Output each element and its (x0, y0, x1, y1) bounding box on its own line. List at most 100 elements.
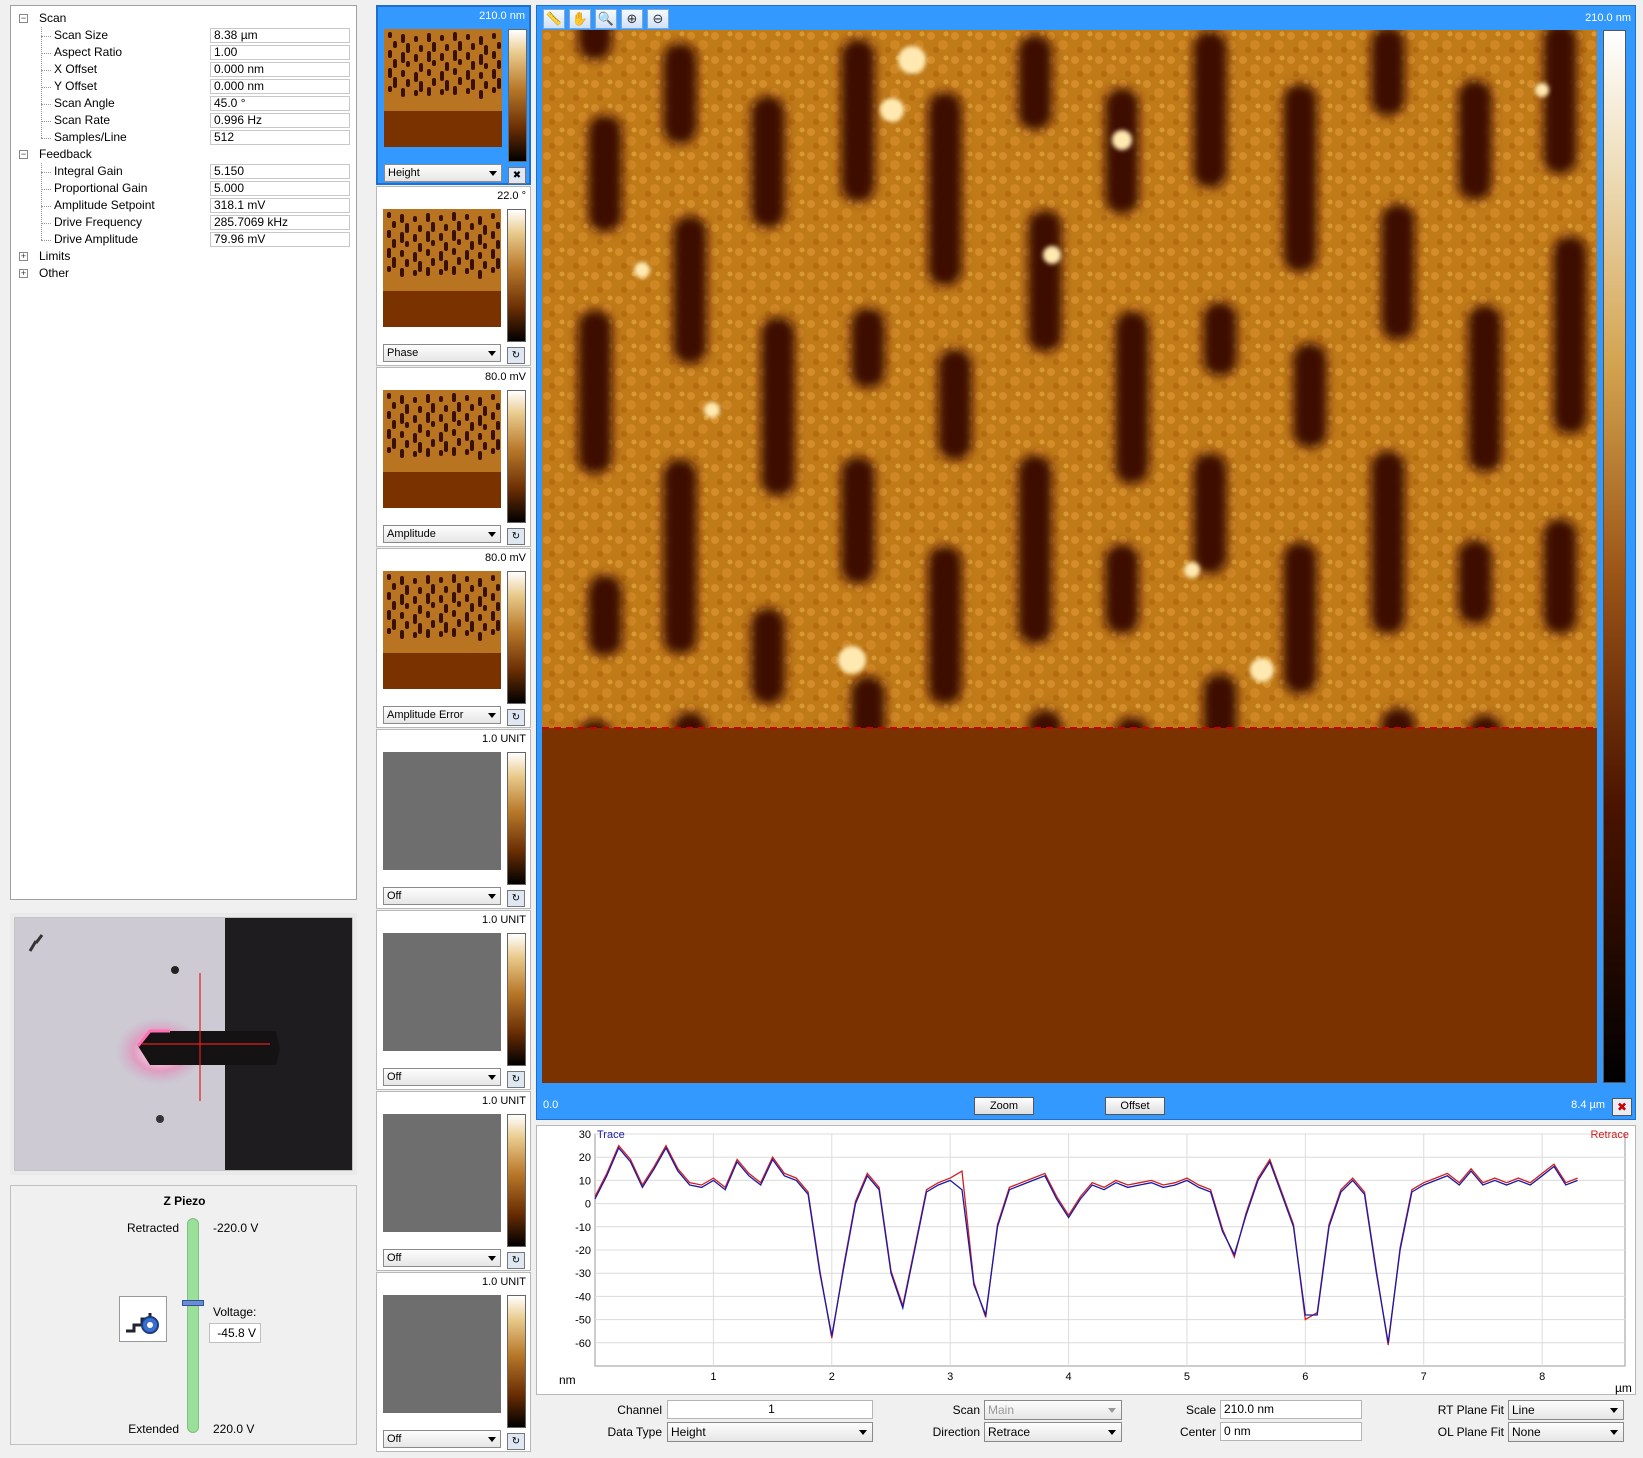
tree-connector (41, 104, 51, 105)
thumbnail-image[interactable] (383, 1295, 501, 1413)
scan-expander-icon[interactable]: − (19, 14, 28, 23)
thumbnail-image[interactable] (383, 1114, 501, 1232)
param-value-input[interactable]: 285.7069 kHz (210, 215, 350, 230)
offset-button[interactable]: Offset (1105, 1097, 1165, 1115)
capture-channel-button[interactable]: ↻ (507, 528, 525, 545)
thumbnail-image[interactable] (383, 209, 501, 327)
thumbnail-image[interactable] (383, 752, 501, 870)
channel-select[interactable]: Off (383, 1249, 501, 1267)
x-tick-label: 5 (1184, 1371, 1190, 1383)
thumbnail-channel-8[interactable]: 1.0 UNIT Off ↻ (376, 1272, 531, 1452)
thumbnail-color-bar (507, 1295, 526, 1428)
tree-group-other[interactable]: Other (39, 265, 69, 282)
ruler-tool-button[interactable]: 📏 (543, 9, 565, 29)
channel-select[interactable]: Amplitude (383, 525, 501, 543)
legend-trace: Trace (597, 1129, 625, 1141)
channel-select[interactable]: Height (384, 164, 502, 182)
chevron-down-icon (488, 713, 496, 718)
rt-plane-fit-value: Line (1512, 1403, 1535, 1417)
direction-select[interactable]: Retrace (984, 1422, 1122, 1442)
scale-input[interactable]: 210.0 nm (1220, 1400, 1362, 1419)
channel-select[interactable]: Off (383, 1068, 501, 1086)
tree-group-feedback[interactable]: Feedback (39, 146, 92, 163)
thumbnail-image[interactable] (383, 571, 501, 689)
param-value-input[interactable]: 0.996 Hz (210, 113, 350, 128)
channel-select[interactable]: Off (383, 887, 501, 905)
capture-channel-button[interactable]: ↻ (507, 347, 525, 364)
engage-button[interactable] (119, 1296, 167, 1342)
thumbnail-channel-7[interactable]: 1.0 UNIT Off ↻ (376, 1091, 531, 1271)
param-value-input[interactable]: 79.96 mV (210, 232, 350, 247)
zoom-button[interactable]: Zoom (974, 1097, 1034, 1115)
x-tick-label: 3 (947, 1371, 953, 1383)
tree-connector (41, 240, 51, 241)
param-value-input[interactable]: 8.38 µm (210, 28, 350, 43)
zoom-in-button[interactable]: ⊕ (621, 9, 643, 29)
thumbnail-color-bar (507, 752, 526, 885)
param-value-input[interactable]: 1.00 (210, 45, 350, 60)
tree-connector (41, 27, 42, 138)
capture-channel-button[interactable]: ↻ (507, 1433, 525, 1450)
thumbnail-image[interactable] (383, 933, 501, 1051)
scan-select: Main (984, 1400, 1122, 1420)
ol-plane-fit-select[interactable]: None (1508, 1422, 1624, 1442)
data-type-select[interactable]: Height (667, 1422, 873, 1442)
thumbnail-channel-4[interactable]: 80.0 mV Amplitude Error ↻ (376, 548, 531, 728)
thumbnail-image[interactable] (384, 29, 502, 147)
tree-connector (41, 206, 51, 207)
feedback-expander-icon[interactable]: − (19, 150, 28, 159)
zoom-tool-button[interactable]: 🔍 (595, 9, 617, 29)
capture-channel-button[interactable]: ↻ (507, 1071, 525, 1088)
main-scale-label: 210.0 nm (1585, 12, 1631, 24)
chevron-down-icon (488, 1256, 496, 1261)
tree-group-limits[interactable]: Limits (39, 248, 70, 265)
thumbnail-image[interactable] (383, 390, 501, 508)
other-expander-icon[interactable]: + (19, 269, 28, 278)
param-value-input[interactable]: 5.150 (210, 164, 350, 179)
param-value-input[interactable]: 0.000 nm (210, 62, 350, 77)
tree-group-scan[interactable]: Scan (39, 10, 66, 27)
zoom-in-icon: ⊕ (626, 11, 638, 26)
y-tick-label: -10 (575, 1222, 591, 1234)
close-channel-button[interactable]: ✖ (1612, 1098, 1632, 1116)
x-tick-label: 4 (1066, 1371, 1072, 1383)
close-channel-button[interactable]: ✖ (508, 167, 526, 184)
pan-tool-button[interactable]: ✋ (569, 9, 591, 29)
thumbnail-channel-1[interactable]: 210.0 nm Height ✖ (376, 5, 531, 185)
channel-label: Channel (617, 1403, 662, 1417)
param-value-input[interactable]: 5.000 (210, 181, 350, 196)
thumbnail-channel-5[interactable]: 1.0 UNIT Off ↻ (376, 729, 531, 909)
param-value-input[interactable]: 512 (210, 130, 350, 145)
capture-channel-button[interactable]: ↻ (507, 1252, 525, 1269)
limits-expander-icon[interactable]: + (19, 252, 28, 261)
param-value-input[interactable]: 0.000 nm (210, 79, 350, 94)
channel-select[interactable]: Off (383, 1430, 501, 1448)
tree-connector (41, 223, 51, 224)
param-label: Amplitude Setpoint (54, 198, 155, 212)
channel-select[interactable]: Phase (383, 344, 501, 362)
thumbnail-channel-2[interactable]: 22.0 ° Phase ↻ (376, 186, 531, 366)
y-tick-label: 10 (579, 1175, 591, 1187)
thumbnail-channel-6[interactable]: 1.0 UNIT Off ↻ (376, 910, 531, 1090)
chevron-down-icon (488, 1437, 496, 1442)
x-tick-label: 7 (1421, 1371, 1427, 1383)
thumbnail-channel-3[interactable]: 80.0 mV Amplitude ↻ (376, 367, 531, 547)
channel-select[interactable]: Amplitude Error (383, 706, 501, 724)
thumbnail-scale-label: 80.0 mV (485, 371, 526, 383)
param-value-input[interactable]: 318.1 mV (210, 198, 350, 213)
param-value-input[interactable]: 45.0 ° (210, 96, 350, 111)
rt-plane-fit-select[interactable]: Line (1508, 1400, 1624, 1420)
z-piezo-gauge (182, 1218, 204, 1433)
capture-channel-button[interactable]: ↻ (507, 890, 525, 907)
cantilever-camera-image (14, 917, 353, 1171)
refresh-icon: ↻ (511, 712, 521, 723)
channel-input[interactable]: 1 (667, 1400, 873, 1419)
y-tick-label: -50 (575, 1315, 591, 1327)
center-input[interactable]: 0 nm (1220, 1422, 1362, 1441)
thumbnail-scale-label: 80.0 mV (485, 552, 526, 564)
x-tick-label: 1 (710, 1371, 716, 1383)
thumbnail-scale-label: 1.0 UNIT (481, 1095, 526, 1107)
thumbnail-scale-label: 210.0 nm (479, 10, 525, 22)
capture-channel-button[interactable]: ↻ (507, 709, 525, 726)
zoom-out-button[interactable]: ⊖ (647, 9, 669, 29)
